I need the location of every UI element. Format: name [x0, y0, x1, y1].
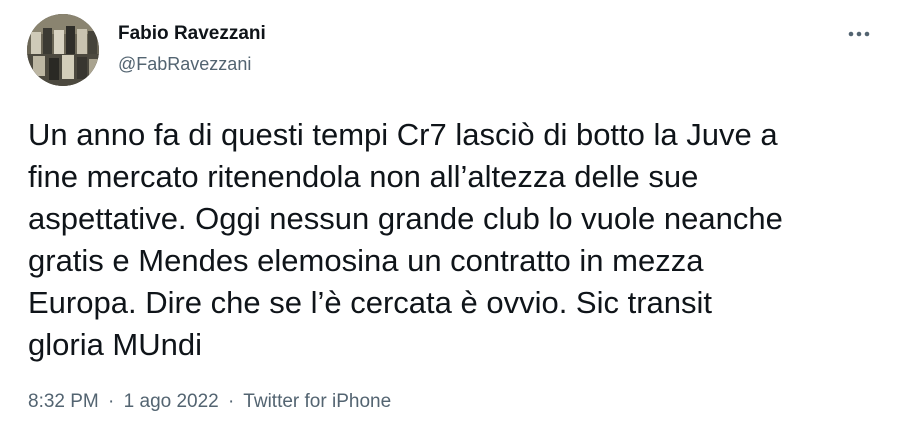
meta-separator: · — [108, 391, 115, 412]
author-block: Fabio Ravezzani @FabRavezzani — [118, 22, 266, 76]
tweet-text-line: Un anno fa di questi tempi Cr7 lasciò di… — [28, 117, 778, 152]
author-display-name[interactable]: Fabio Ravezzani — [118, 22, 266, 46]
tweet-text-line: Europa. Dire che se l’è cercata è ovvio.… — [28, 285, 713, 320]
tweet-date[interactable]: 1 ago 2022 — [124, 391, 219, 412]
author-handle[interactable]: @FabRavezzani — [118, 52, 266, 76]
more-options-button[interactable] — [844, 24, 874, 44]
tweet-time[interactable]: 8:32 PM — [28, 391, 99, 412]
tweet-text-line: gloria MUndi — [28, 327, 203, 362]
tweet-source[interactable]: Twitter for iPhone — [243, 391, 391, 412]
avatar[interactable] — [27, 14, 99, 86]
tweet-text-line: fine mercato ritenendola non all’altezza… — [28, 159, 699, 194]
tweet-card: Fabio Ravezzani @FabRavezzani Un anno fa… — [0, 0, 900, 441]
tweet-text-line: aspettative. Oggi nessun grande club lo … — [28, 201, 783, 236]
meta-separator: · — [228, 391, 235, 412]
more-horizontal-icon — [848, 31, 870, 37]
profile-photo-icon — [27, 14, 99, 86]
tweet-text-line: gratis e Mendes elemosina un contratto i… — [28, 243, 704, 278]
tweet-meta: 8:32 PM · 1 ago 2022 · Twitter for iPhon… — [28, 390, 391, 414]
tweet-text: Un anno fa di questi tempi Cr7 lasciò di… — [28, 114, 873, 366]
